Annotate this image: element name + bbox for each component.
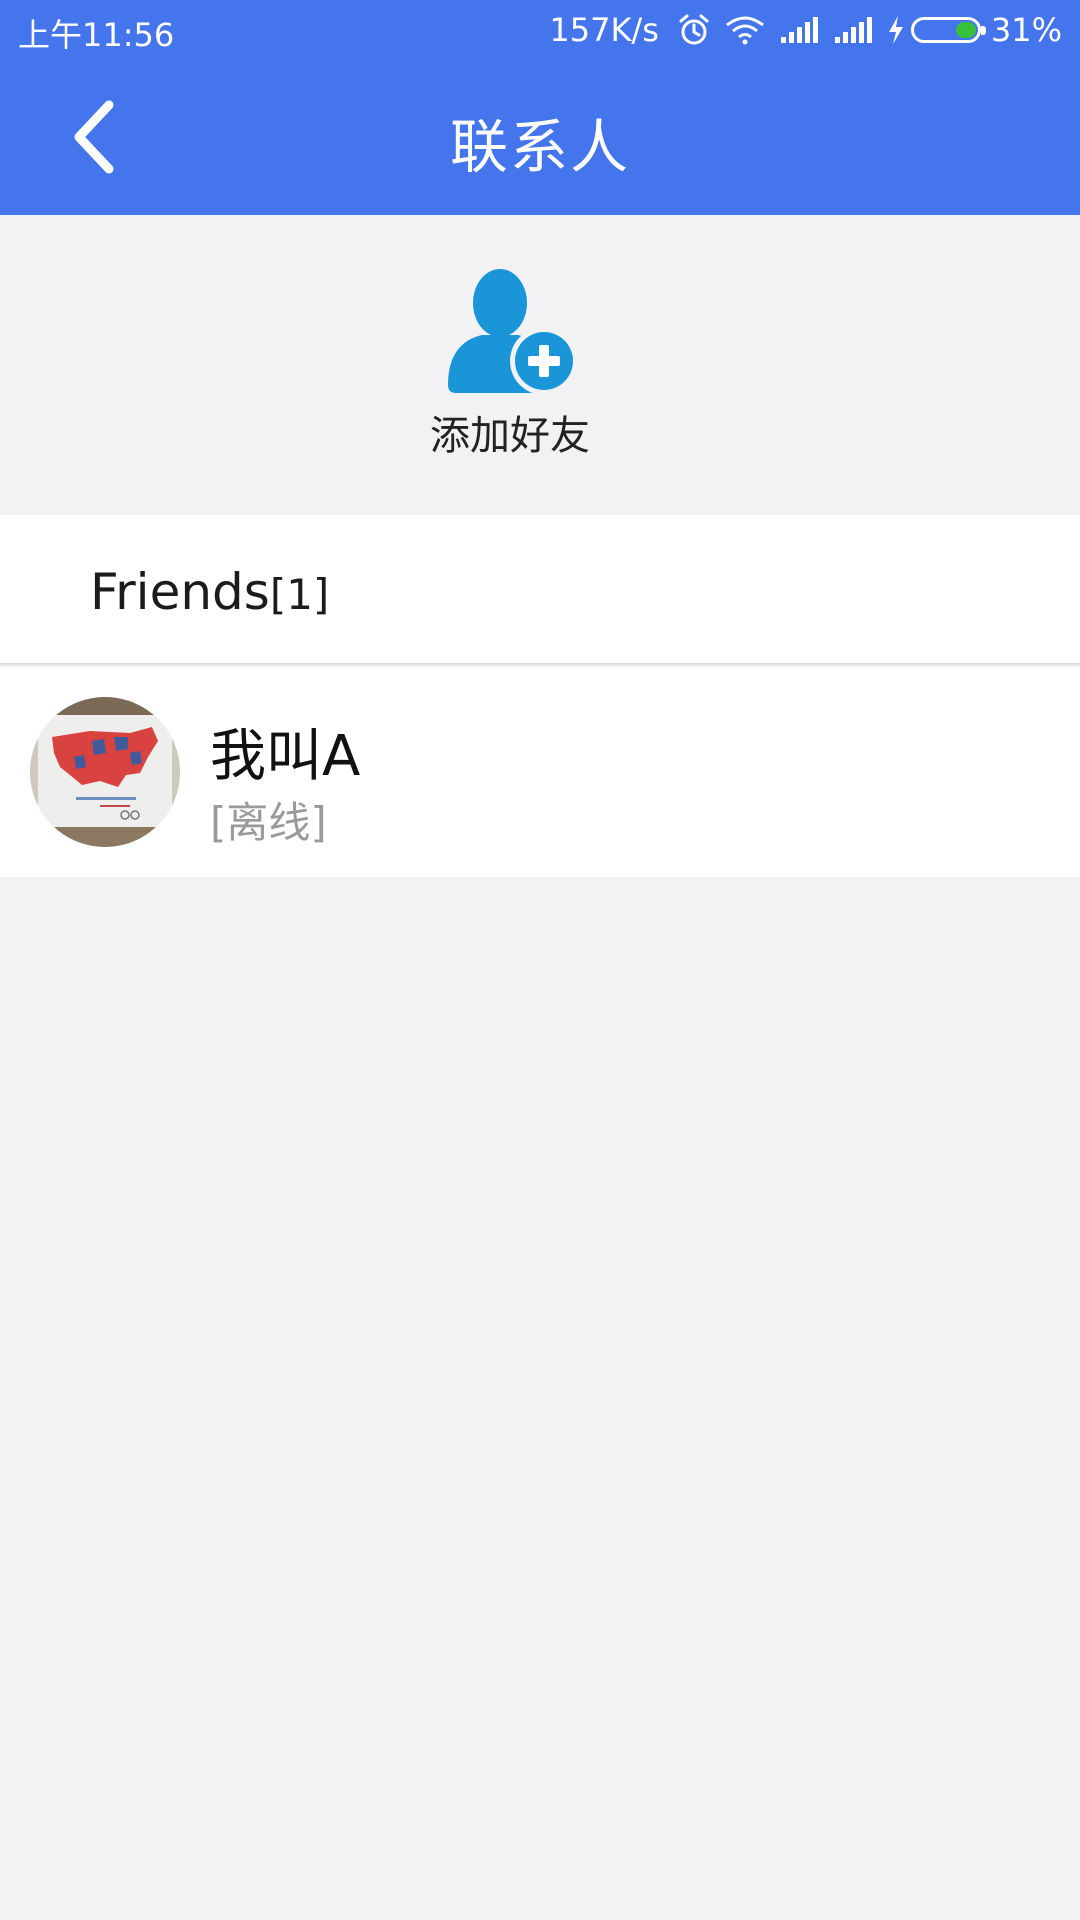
signal-icon: [779, 15, 819, 45]
battery-level: [955, 22, 976, 38]
status-bar: 上午11:56 157K/s 31%: [0, 0, 1080, 62]
add-friend-section: 添加好友: [0, 215, 1080, 515]
charging-icon: [887, 15, 905, 45]
group-count: [1]: [269, 570, 330, 619]
add-friend-label: 添加好友: [430, 413, 590, 459]
status-indicators: 157K/s 31%: [549, 8, 1062, 52]
avatar[interactable]: [30, 697, 180, 847]
contact-row[interactable]: 我叫A [离线]: [0, 667, 1080, 877]
status-time: 上午11:56: [18, 16, 175, 54]
network-speed: 157K/s: [549, 11, 659, 49]
signal-icon: [833, 15, 873, 45]
battery-icon: [910, 17, 986, 43]
contact-name: 我叫A: [210, 724, 361, 789]
add-user-icon: [448, 269, 578, 395]
group-header-friends[interactable]: Friends[1]: [0, 515, 1080, 665]
contact-status: [离线]: [210, 798, 327, 847]
group-title: Friends[1]: [90, 563, 329, 621]
toolbar: 联系人: [0, 62, 1080, 215]
contacts-screen: 上午11:56 157K/s 31% 联系人 添加好友 Friends[1] 我…: [0, 0, 1080, 1920]
avatar-photo-map: [30, 697, 180, 847]
page-title: 联系人: [449, 113, 630, 181]
alarm-icon: [677, 13, 711, 47]
top-bar: 上午11:56 157K/s 31% 联系人: [0, 0, 1080, 215]
battery-percent: 31%: [990, 11, 1062, 49]
wifi-icon: [725, 15, 765, 45]
add-friend-button[interactable]: 添加好友: [410, 265, 610, 465]
group-name: Friends: [90, 563, 270, 621]
